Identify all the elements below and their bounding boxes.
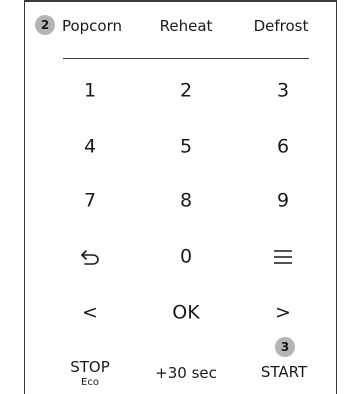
back-arrow-icon[interactable] xyxy=(80,249,100,265)
key-8[interactable]: 8 xyxy=(180,191,192,211)
key-7[interactable]: 7 xyxy=(84,191,96,211)
plus-30-sec-button[interactable]: +30 sec xyxy=(155,364,217,382)
popcorn-button[interactable]: Popcorn xyxy=(62,17,122,35)
right-arrow-button[interactable]: > xyxy=(275,303,291,323)
menu-icon[interactable] xyxy=(273,249,293,265)
defrost-button[interactable]: Defrost xyxy=(254,17,309,35)
left-arrow-button[interactable]: < xyxy=(82,303,98,323)
key-6[interactable]: 6 xyxy=(277,137,289,157)
reheat-button[interactable]: Reheat xyxy=(160,17,213,35)
ok-button[interactable]: OK xyxy=(172,303,199,323)
key-5[interactable]: 5 xyxy=(180,137,192,157)
start-button[interactable]: START xyxy=(261,363,307,381)
callout-badge-3: 3 xyxy=(275,337,295,357)
key-0[interactable]: 0 xyxy=(180,247,192,267)
stop-eco-button[interactable]: STOP Eco xyxy=(70,360,110,388)
key-9[interactable]: 9 xyxy=(277,191,289,211)
stop-label: STOP xyxy=(70,358,110,376)
callout-badge-2: 2 xyxy=(35,15,55,35)
key-2[interactable]: 2 xyxy=(180,81,192,101)
eco-label: Eco xyxy=(81,377,99,388)
key-1[interactable]: 1 xyxy=(84,81,96,101)
key-4[interactable]: 4 xyxy=(84,137,96,157)
divider-line xyxy=(63,58,309,59)
key-3[interactable]: 3 xyxy=(277,81,289,101)
